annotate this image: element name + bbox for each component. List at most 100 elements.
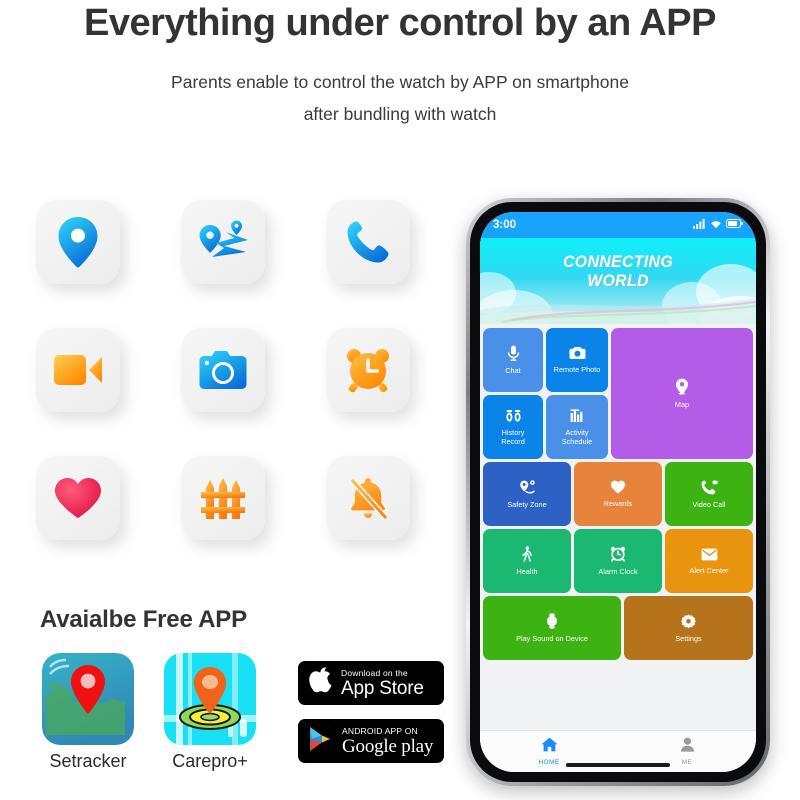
safety-zone-icon <box>519 479 536 497</box>
feature-cell <box>36 200 181 328</box>
heart-icon <box>610 480 626 496</box>
subtitle-line-1: Parents enable to control the watch by A… <box>171 72 629 92</box>
tile-history-record[interactable]: History Record <box>483 395 543 459</box>
walking-icon <box>521 546 533 564</box>
footprints-icon <box>505 409 522 425</box>
app-carepro[interactable]: Carepro+ <box>164 653 260 772</box>
feature-cell <box>326 456 471 584</box>
status-bar: 3:00 <box>480 212 756 238</box>
tile-chat-label: Chat <box>505 366 521 375</box>
google-play-triangle-icon <box>308 725 334 758</box>
tile-safety-zone-label: Safety Zone <box>507 499 547 509</box>
tile-settings[interactable]: Settings <box>624 596 753 660</box>
feature-cell <box>36 328 181 456</box>
carepro-app-icon <box>164 653 256 745</box>
tile-zone-top: Chat Remote Photo History Record Activit… <box>483 328 753 459</box>
tile-alarm-clock[interactable]: Alarm Clock <box>574 529 662 593</box>
location-pin-icon <box>55 216 101 268</box>
phone-body: 3:00 CONNECTING WORLD Chat Remote Photo … <box>470 202 766 782</box>
home-icon <box>541 737 558 757</box>
gear-icon <box>681 613 696 631</box>
google-play-small-text: ANDROID APP ON <box>342 725 418 736</box>
status-time: 3:00 <box>493 219 517 231</box>
feature-cell <box>181 200 326 328</box>
feature-tile-bell-off[interactable] <box>326 456 410 540</box>
feature-cell <box>326 200 471 328</box>
nav-item-me-label: ME <box>681 759 693 766</box>
feature-cell <box>181 456 326 584</box>
tile-history-record-label: History Record <box>501 427 525 446</box>
tile-alert-center-label: Alert Center <box>689 565 729 575</box>
bar-chart-icon <box>570 408 585 425</box>
hero-title-line-2: WORLD <box>587 271 649 290</box>
google-play-large-text: Google play <box>342 735 434 757</box>
feature-icon-grid <box>36 200 446 560</box>
alarm-clock-icon <box>344 346 392 394</box>
available-app-title: Avaialbe Free APP <box>40 606 247 633</box>
tile-alert-center[interactable]: Alert Center <box>665 529 753 593</box>
video-call-icon <box>701 480 718 497</box>
tile-activity-schedule-label: Activity Schedule <box>561 427 593 446</box>
photo-camera-icon <box>198 349 248 391</box>
nav-item-me[interactable]: ME <box>618 737 756 766</box>
app-store-small-text: Download on the <box>341 667 408 678</box>
person-icon <box>680 737 695 757</box>
tile-rewards[interactable]: Rewards <box>574 462 662 526</box>
tile-row: Safety Zone Rewards Video Call <box>483 462 753 526</box>
nav-item-home[interactable]: HOME <box>480 737 618 766</box>
app-store-large-text: App Store <box>341 677 424 699</box>
tile-video-call[interactable]: Video Call <box>665 462 753 526</box>
microphone-icon <box>507 345 520 363</box>
map-pin-icon <box>675 378 689 397</box>
feature-tile-phone[interactable] <box>326 200 410 284</box>
page-title: Everything under control by an APP <box>84 2 716 44</box>
tile-map-label: Map <box>674 400 690 409</box>
battery-icon <box>726 219 743 231</box>
smartphone-mockup: 3:00 CONNECTING WORLD Chat Remote Photo … <box>466 198 770 786</box>
app-setracker[interactable]: Setracker <box>42 653 138 772</box>
tile-remote-photo-label: Remote Photo <box>553 365 601 374</box>
feature-tile-fence[interactable] <box>181 456 265 540</box>
app-tile-grid: Chat Remote Photo History Record Activit… <box>480 324 756 730</box>
tile-row: Chat Remote Photo <box>483 328 608 392</box>
tile-play-sound[interactable]: Play Sound on Device <box>483 596 622 660</box>
fence-icon <box>199 475 247 521</box>
tile-safety-zone[interactable]: Safety Zone <box>483 462 571 526</box>
tile-chat[interactable]: Chat <box>483 328 543 392</box>
home-indicator[interactable] <box>566 763 670 767</box>
feature-tile-location[interactable] <box>36 200 120 284</box>
tile-settings-label: Settings <box>675 633 702 643</box>
page-subtitle: Parents enable to control the watch by A… <box>0 66 800 130</box>
phone-screen: 3:00 CONNECTING WORLD Chat Remote Photo … <box>480 212 756 772</box>
feature-tile-video[interactable] <box>36 328 120 412</box>
status-icon-group <box>693 218 743 232</box>
hero-title-line-1: CONNECTING <box>562 252 674 271</box>
hero-landscape <box>480 298 756 324</box>
feature-tile-camera[interactable] <box>181 328 265 412</box>
app-carepro-label: Carepro+ <box>172 751 248 771</box>
app-store-badge[interactable]: Download on the App Store <box>298 661 444 705</box>
app-store-text: Download on the App Store <box>341 668 424 699</box>
tile-remote-photo[interactable]: Remote Photo <box>546 328 608 392</box>
tile-map[interactable]: Map <box>611 328 753 459</box>
phone-call-icon <box>345 219 391 265</box>
camera-icon <box>569 346 586 362</box>
feature-cell <box>326 328 471 456</box>
nav-item-home-label: HOME <box>538 759 560 766</box>
feature-tile-alarm[interactable] <box>326 328 410 412</box>
apple-logo-icon <box>308 666 332 700</box>
setracker-app-icon <box>42 653 134 745</box>
feature-tile-route[interactable] <box>181 200 265 284</box>
subtitle-line-2: after bundling with watch <box>303 104 497 124</box>
hero-banner: CONNECTING WORLD <box>480 238 756 324</box>
google-play-badge[interactable]: ANDROID APP ON Google play <box>298 719 444 763</box>
tile-health[interactable]: Health <box>483 529 571 593</box>
tile-row: History Record Activity Schedule <box>483 395 608 459</box>
feature-tile-heart[interactable] <box>36 456 120 540</box>
google-play-text: ANDROID APP ON Google play <box>342 726 433 757</box>
tile-activity-schedule[interactable]: Activity Schedule <box>546 395 608 459</box>
watch-icon <box>546 613 558 631</box>
tile-play-sound-label: Play Sound on Device <box>516 634 588 643</box>
tile-zone-left: Chat Remote Photo History Record Activit… <box>483 328 608 459</box>
tile-video-call-label: Video Call <box>692 499 726 509</box>
